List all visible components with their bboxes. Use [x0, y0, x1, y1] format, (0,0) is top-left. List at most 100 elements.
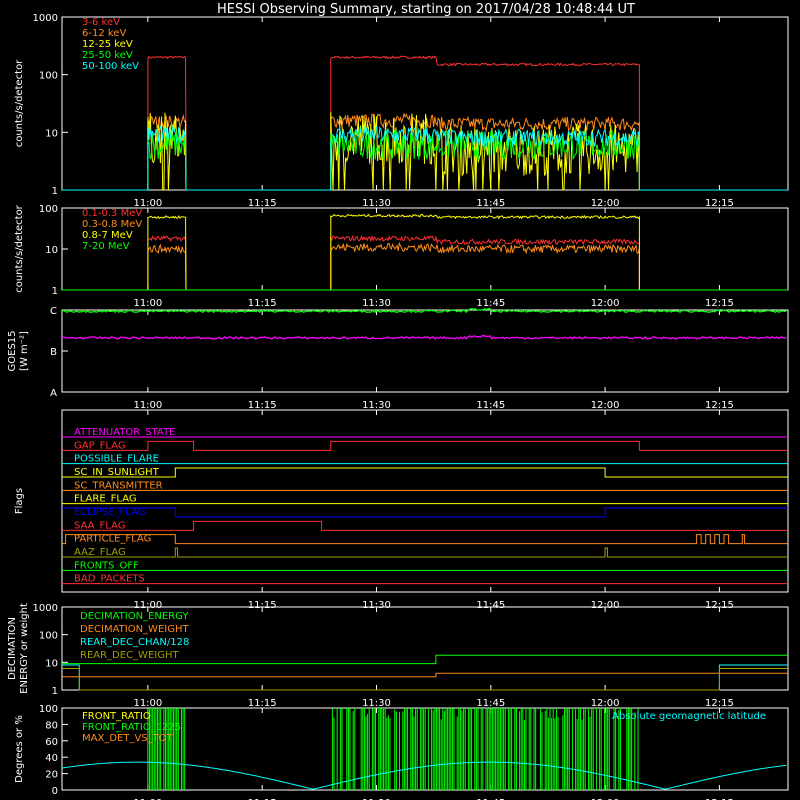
panel-decimation: 11:00 11:15 11:30 11:45 12:00 12:15 1 10 100 1000…: [7, 603, 789, 709]
flag-label: AAZ_FLAG: [74, 547, 126, 558]
x-tick-label: 11:30: [362, 400, 391, 411]
y-tick-label: 40: [45, 753, 58, 764]
y-axis-label: Flags: [14, 488, 25, 514]
y-tick-label: 1000: [33, 603, 58, 614]
legend-entry: 12-25 keV: [82, 39, 133, 50]
panel-flags: 11:00 11:15 11:30 11:45 12:00 12:15FlagsATTEN…: [14, 409, 789, 611]
flag-line: [62, 507, 788, 518]
x-tick-label: 12:15: [705, 400, 734, 411]
y-tick-label: 1: [52, 686, 58, 697]
x-tick-label: 12:15: [705, 698, 734, 709]
x-tick-label: 11:00: [133, 298, 162, 309]
y-tick-label: 100: [39, 704, 58, 715]
flag-label: SC_IN_SUNLIGHT: [74, 467, 160, 478]
x-tick-label: 12:00: [591, 298, 620, 309]
x-tick-label: 11:15: [248, 198, 277, 209]
legend-entry: REAR_DEC_CHAN/128: [80, 637, 189, 648]
y-axis-label: counts/s/detector: [14, 204, 25, 292]
legend-entry: 50-100 keV: [82, 61, 139, 72]
y-tick-label: B: [50, 347, 57, 358]
x-tick-label: 11:00: [133, 698, 162, 709]
x-tick-label: 11:45: [476, 698, 505, 709]
series-line: [62, 672, 788, 678]
flag-label: SAA_FLAG: [74, 520, 125, 531]
y-tick-label: A: [50, 388, 57, 399]
y-axis-label: DECIMATION: [7, 617, 18, 680]
flag-label: FLARE_FLAG: [74, 494, 137, 505]
flag-label: ATTENUATOR_STATE: [74, 427, 175, 438]
flag-label: ECLIPSE_FLAG: [74, 507, 145, 518]
legend-entry: 3-6 keV: [82, 17, 120, 28]
series-line: [61, 334, 787, 340]
y-axis-label-secondary: ENERGY or weight: [19, 603, 30, 694]
y-axis-label: GOES15: [7, 330, 18, 371]
y-tick-label: 1: [52, 286, 58, 297]
y-tick-label: 10: [45, 128, 58, 139]
legend-entry: DECIMATION_ENERGY: [80, 611, 189, 622]
flag-label: GAP_FLAG: [74, 440, 126, 451]
chart-figure: HESSI Observing Summary, starting on 201…: [0, 0, 800, 800]
x-tick-label: 11:30: [362, 198, 391, 209]
flag-label: PARTICLE_FLAG: [74, 534, 151, 545]
x-tick-label: 11:45: [476, 298, 505, 309]
x-tick-label: 12:00: [591, 698, 620, 709]
x-tick-label: 12:15: [705, 298, 734, 309]
panel-low-energy-rates: 11:00 11:15 11:30 11:45 12:00 12:151101001000…: [14, 13, 789, 209]
x-tick-label: 12:00: [591, 400, 620, 411]
y-tick-label: 10: [45, 658, 58, 669]
y-axis-label: Degrees or %: [14, 715, 25, 783]
y-axis-label: counts/s/detector: [14, 59, 25, 147]
panel-high-energy-rates: 11:00 11:15 11:30 11:45 12:00 12:15 1 10 100 coun…: [14, 204, 789, 309]
flag-line: [62, 547, 788, 558]
chart-title: HESSI Observing Summary, starting on 201…: [217, 2, 635, 17]
series-line: [62, 668, 788, 691]
y-axis-label-secondary: [W m⁻²]: [19, 331, 30, 371]
chart-canvas: HESSI Observing Summary, starting on 201…: [7, 2, 789, 800]
x-tick-label: 12:15: [705, 198, 734, 209]
x-tick-label: 12:00: [591, 198, 620, 209]
legend-entry: DECIMATION_WEIGHT: [80, 624, 189, 635]
y-tick-label: 20: [45, 770, 58, 781]
legend-entry: 7-20 MeV: [82, 241, 130, 252]
flag-line: [62, 440, 788, 451]
legend-entry: 25-50 keV: [82, 50, 133, 61]
legend-entry: FRONT_RATIO_1225: [82, 722, 181, 733]
y-tick-label: 80: [45, 720, 58, 731]
x-tick-label: 11:30: [362, 298, 391, 309]
flag-line: [62, 520, 788, 531]
x-tick-label: 11:15: [248, 298, 277, 309]
x-tick-label: 11:45: [476, 198, 505, 209]
legend-entry: 6-12 keV: [82, 28, 126, 39]
flag-label: BAD_PACKETS: [74, 574, 145, 585]
y-tick-label: 60: [45, 737, 58, 748]
legend-entry: MAX_DET_VS_TOT: [82, 733, 174, 744]
series-line: [62, 241, 788, 291]
legend-entry: FRONT_RATIO: [82, 711, 151, 722]
y-tick-label: 100: [39, 204, 58, 215]
y-tick-label: 100: [39, 71, 58, 82]
x-tick-label: 11:00: [133, 400, 162, 411]
flag-line: [62, 534, 788, 545]
y-tick-label: 100: [39, 631, 58, 642]
y-tick-label: 1000: [33, 13, 58, 24]
panel-goes: 11:00 11:15 11:30 11:45 12:00 12:15 A B C GOES15[…: [7, 306, 789, 411]
series-line: [62, 213, 788, 291]
x-tick-label: 11:15: [248, 400, 277, 411]
flag-label: SC_TRANSMITTER: [74, 480, 163, 491]
y-tick-label: 10: [45, 245, 58, 256]
y-tick-label: 1: [52, 186, 58, 197]
legend-entry: 0.8-7 MeV: [82, 230, 133, 241]
legend-entry: REAR_DEC_WEIGHT: [80, 650, 179, 661]
flag-label: FRONTS_OFF: [74, 560, 139, 571]
panel-frame: [61, 309, 789, 393]
series-line: [62, 234, 788, 291]
panel-ratios: 11:0011:1511:3011:4512:0012:150204060801…: [14, 704, 789, 800]
legend-entry: 0.3-0.8 MeV: [82, 219, 142, 230]
flag-label: POSSIBLE_FLARE: [74, 454, 159, 465]
x-tick-label: 11:15: [248, 698, 277, 709]
y-tick-label: C: [50, 306, 57, 317]
x-tick-label: 11:30: [362, 698, 391, 709]
panel-frame: [61, 16, 789, 191]
y-tick-label: 0: [52, 786, 58, 797]
latitude-annotation: Absolute geomagnetic latitude: [612, 711, 766, 722]
